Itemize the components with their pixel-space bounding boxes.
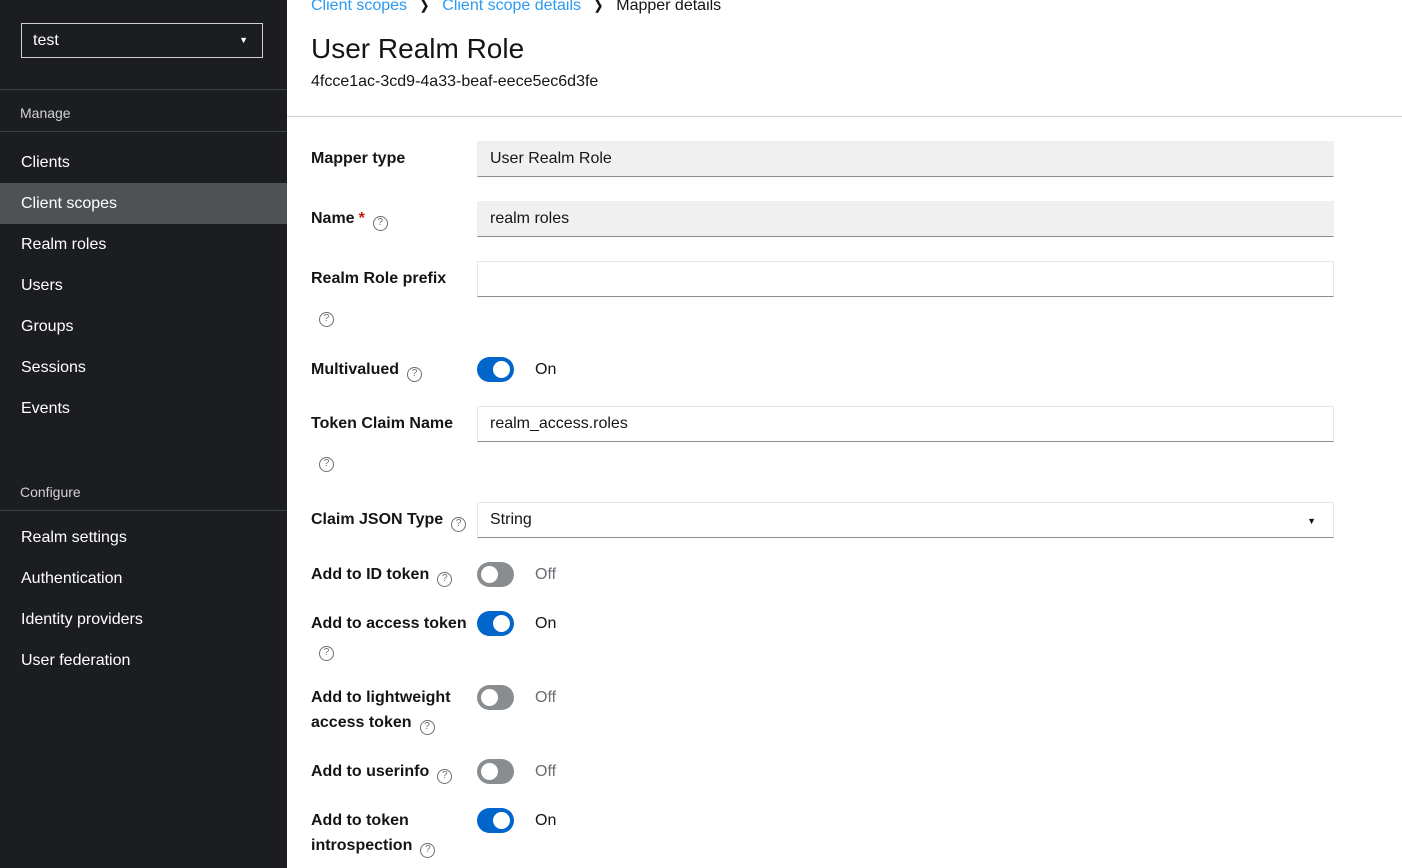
add-to-access-token-toggle[interactable] bbox=[477, 611, 514, 636]
sidebar-item-client-scopes[interactable]: Client scopes bbox=[0, 183, 287, 224]
field-label: Claim JSON Type? bbox=[311, 502, 477, 538]
nav-group-title: Configure bbox=[0, 469, 287, 510]
breadcrumb-link-client-scope-details[interactable]: Client scope details bbox=[442, 0, 581, 14]
sidebar-item-authentication[interactable]: Authentication bbox=[0, 558, 287, 599]
sidebar: test ▼ Manage Clients Client scopes Real… bbox=[0, 0, 287, 868]
field-label: Add to token introspection? bbox=[311, 808, 477, 858]
caret-down-icon: ▼ bbox=[1307, 516, 1316, 526]
form-row-realm-role-prefix: Realm Role prefix? bbox=[311, 261, 1334, 333]
form-row-name: Name*? bbox=[311, 201, 1334, 237]
add-to-userinfo-toggle[interactable] bbox=[477, 759, 514, 784]
realm-selector-value: test bbox=[33, 32, 59, 50]
form-row-add-to-lightweight-access-token: Add to lightweight access token? Off bbox=[311, 685, 1334, 735]
form-row-claim-json-type: Claim JSON Type? String ▼ bbox=[311, 502, 1334, 538]
toggle-state-label: Off bbox=[535, 562, 556, 587]
sidebar-item-groups[interactable]: Groups bbox=[0, 306, 287, 347]
field-label: Mapper type bbox=[311, 141, 477, 177]
nav-group-title: Manage bbox=[0, 90, 287, 131]
toggle-state-label: On bbox=[535, 808, 556, 833]
add-to-id-token-toggle[interactable] bbox=[477, 562, 514, 587]
toggle-state-label: On bbox=[535, 357, 556, 382]
form-row-add-to-token-introspection: Add to token introspection? On bbox=[311, 808, 1334, 858]
breadcrumb-current: Mapper details bbox=[616, 0, 721, 14]
help-icon[interactable]: ? bbox=[319, 457, 334, 472]
name-input[interactable] bbox=[477, 201, 1334, 237]
help-icon[interactable]: ? bbox=[437, 572, 452, 587]
sidebar-item-identity-providers[interactable]: Identity providers bbox=[0, 599, 287, 640]
field-label: Name*? bbox=[311, 201, 477, 237]
form-row-token-claim-name: Token Claim Name? bbox=[311, 406, 1334, 478]
form-row-add-to-access-token: Add to access token? On bbox=[311, 611, 1334, 661]
field-label: Realm Role prefix? bbox=[311, 261, 477, 333]
realm-role-prefix-input[interactable] bbox=[477, 261, 1334, 297]
sidebar-item-realm-settings[interactable]: Realm settings bbox=[0, 517, 287, 558]
help-icon[interactable]: ? bbox=[407, 367, 422, 382]
toggle-state-label: On bbox=[535, 611, 556, 636]
claim-json-type-select[interactable]: String ▼ bbox=[477, 502, 1334, 538]
page: test ▼ Manage Clients Client scopes Real… bbox=[0, 0, 1402, 868]
nav-group-manage: Manage Clients Client scopes Realm roles… bbox=[0, 90, 287, 429]
required-indicator: * bbox=[359, 210, 365, 227]
field-label: Multivalued? bbox=[311, 357, 477, 382]
help-icon[interactable]: ? bbox=[319, 312, 334, 327]
field-label: Add to lightweight access token? bbox=[311, 685, 477, 735]
sidebar-item-user-federation[interactable]: User federation bbox=[0, 640, 287, 681]
field-label: Add to ID token? bbox=[311, 562, 477, 587]
sidebar-item-events[interactable]: Events bbox=[0, 388, 287, 429]
sidebar-item-users[interactable]: Users bbox=[0, 265, 287, 306]
field-label: Token Claim Name? bbox=[311, 406, 477, 478]
chevron-down-icon: ▼ bbox=[239, 36, 248, 45]
select-value: String bbox=[490, 511, 532, 529]
multivalued-toggle[interactable] bbox=[477, 357, 514, 382]
add-to-lightweight-access-token-toggle[interactable] bbox=[477, 685, 514, 710]
realm-selector-dropdown[interactable]: test ▼ bbox=[21, 23, 263, 58]
help-icon[interactable]: ? bbox=[437, 769, 452, 784]
field-label: Add to userinfo? bbox=[311, 759, 477, 784]
mapper-type-input[interactable] bbox=[477, 141, 1334, 177]
breadcrumb-link-client-scopes[interactable]: Client scopes bbox=[311, 0, 407, 14]
token-claim-name-input[interactable] bbox=[477, 406, 1334, 442]
help-icon[interactable]: ? bbox=[319, 646, 334, 661]
toggle-state-label: Off bbox=[535, 685, 556, 710]
mapper-id: 4fcce1ac-3cd9-4a33-beaf-eece5ec6d3fe bbox=[311, 73, 1378, 91]
form-row-multivalued: Multivalued? On bbox=[311, 357, 1334, 382]
help-icon[interactable]: ? bbox=[373, 216, 388, 231]
sidebar-item-clients[interactable]: Clients bbox=[0, 142, 287, 183]
page-title: User Realm Role bbox=[311, 34, 1378, 64]
form-row-add-to-id-token: Add to ID token? Off bbox=[311, 562, 1334, 587]
angle-right-icon: ❯ bbox=[420, 0, 429, 15]
help-icon[interactable]: ? bbox=[451, 517, 466, 532]
page-header: Client scopes ❯ Client scope details ❯ M… bbox=[287, 0, 1402, 117]
help-icon[interactable]: ? bbox=[420, 843, 435, 858]
sidebar-item-sessions[interactable]: Sessions bbox=[0, 347, 287, 388]
nav-group-configure: Configure Realm settings Authentication … bbox=[0, 469, 287, 681]
mapper-form: Mapper type Name*? Realm Role prefix? Mu… bbox=[287, 117, 1402, 868]
form-row-mapper-type: Mapper type bbox=[311, 141, 1334, 177]
breadcrumb: Client scopes ❯ Client scope details ❯ M… bbox=[311, 0, 1378, 14]
help-icon[interactable]: ? bbox=[420, 720, 435, 735]
add-to-token-introspection-toggle[interactable] bbox=[477, 808, 514, 833]
field-label: Add to access token? bbox=[311, 611, 477, 661]
form-row-add-to-userinfo: Add to userinfo? Off bbox=[311, 759, 1334, 784]
angle-right-icon: ❯ bbox=[594, 0, 603, 15]
toggle-state-label: Off bbox=[535, 759, 556, 784]
sidebar-item-realm-roles[interactable]: Realm roles bbox=[0, 224, 287, 265]
main-content: Client scopes ❯ Client scope details ❯ M… bbox=[287, 0, 1402, 868]
